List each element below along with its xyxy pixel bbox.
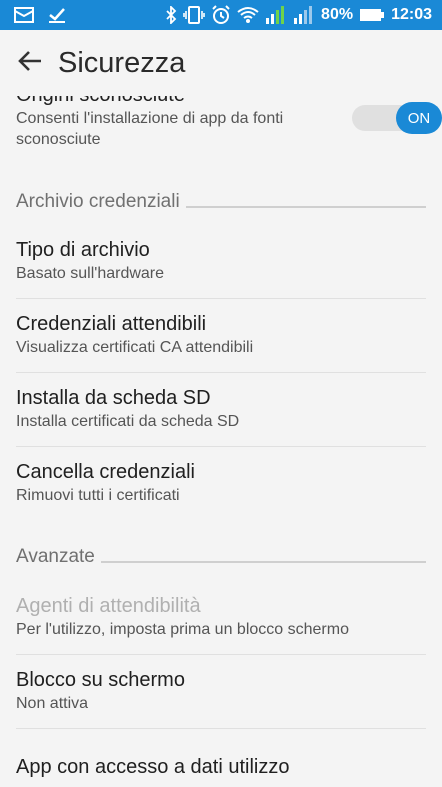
signal-icon-2 — [293, 5, 315, 25]
setting-title: Agenti di attendibilità — [16, 595, 201, 617]
battery-icon — [359, 8, 385, 22]
setting-clear-credentials[interactable]: Cancella credenziali Rimuovi tutti i cer… — [16, 459, 426, 506]
toggle-thumb: ON — [396, 102, 442, 134]
section-divider — [100, 561, 426, 563]
app-bar: Sicurezza — [0, 30, 442, 96]
setting-trust-agents: Agenti di attendibilità Per l'utilizzo, … — [16, 593, 426, 640]
message-icon — [14, 7, 34, 23]
alarm-icon — [211, 5, 231, 25]
setting-subtitle: Per l'utilizzo, imposta prima un blocco … — [16, 621, 349, 638]
setting-title: Credenziali attendibili — [16, 313, 207, 335]
wifi-icon — [237, 6, 259, 24]
download-done-icon — [48, 6, 66, 24]
section-advanced: Avanzate — [16, 546, 426, 568]
setting-subtitle: Consenti l'installazione di app da fonti… — [16, 110, 284, 148]
setting-subtitle: Non attiva — [16, 695, 89, 712]
setting-storage-type[interactable]: Tipo di archivio Basato sull'hardware — [16, 237, 426, 284]
arrow-left-icon — [17, 50, 43, 77]
settings-list[interactable]: Origini sconosciute Consenti l'installaz… — [0, 96, 442, 787]
page-title: Sicurezza — [58, 46, 186, 79]
vibrate-icon — [183, 6, 205, 24]
status-bar: 80% 12:03 — [0, 0, 442, 30]
bluetooth-icon — [165, 6, 177, 24]
setting-unknown-sources[interactable]: Origini sconosciute Consenti l'installaz… — [16, 96, 442, 150]
setting-title: Cancella credenziali — [16, 461, 195, 483]
section-label: Archivio credenziali — [16, 191, 180, 212]
divider — [16, 654, 426, 655]
setting-subtitle: Basato sull'hardware — [16, 265, 165, 282]
section-credential-storage: Archivio credenziali — [16, 191, 426, 213]
setting-install-from-sd[interactable]: Installa da scheda SD Installa certifica… — [16, 385, 426, 432]
clock: 12:03 — [391, 6, 432, 23]
status-bar-left — [0, 0, 66, 30]
setting-usage-access[interactable]: App con accesso a dati utilizzo — [16, 754, 426, 780]
divider — [16, 298, 426, 299]
setting-subtitle: Rimuovi tutti i certificati — [16, 487, 180, 504]
setting-subtitle: Installa certificati da scheda SD — [16, 413, 240, 430]
divider — [16, 372, 426, 373]
setting-title: App con accesso a dati utilizzo — [16, 756, 290, 778]
divider — [16, 728, 426, 729]
divider — [16, 446, 426, 447]
setting-screen-pinning[interactable]: Blocco su schermo Non attiva — [16, 667, 426, 714]
setting-title: Installa da scheda SD — [16, 387, 211, 409]
back-button[interactable] — [10, 43, 50, 83]
section-divider — [185, 206, 426, 208]
battery-percent: 80% — [321, 6, 354, 23]
setting-subtitle: Visualizza certificati CA attendibili — [16, 339, 254, 356]
setting-title: Blocco su schermo — [16, 669, 185, 691]
status-bar-right: 80% 12:03 — [165, 0, 442, 30]
unknown-sources-toggle[interactable]: ON — [352, 102, 442, 134]
setting-trusted-credentials[interactable]: Credenziali attendibili Visualizza certi… — [16, 311, 426, 358]
signal-icon — [265, 5, 287, 25]
setting-title: Tipo di archivio — [16, 239, 150, 261]
section-label: Avanzate — [16, 546, 95, 567]
